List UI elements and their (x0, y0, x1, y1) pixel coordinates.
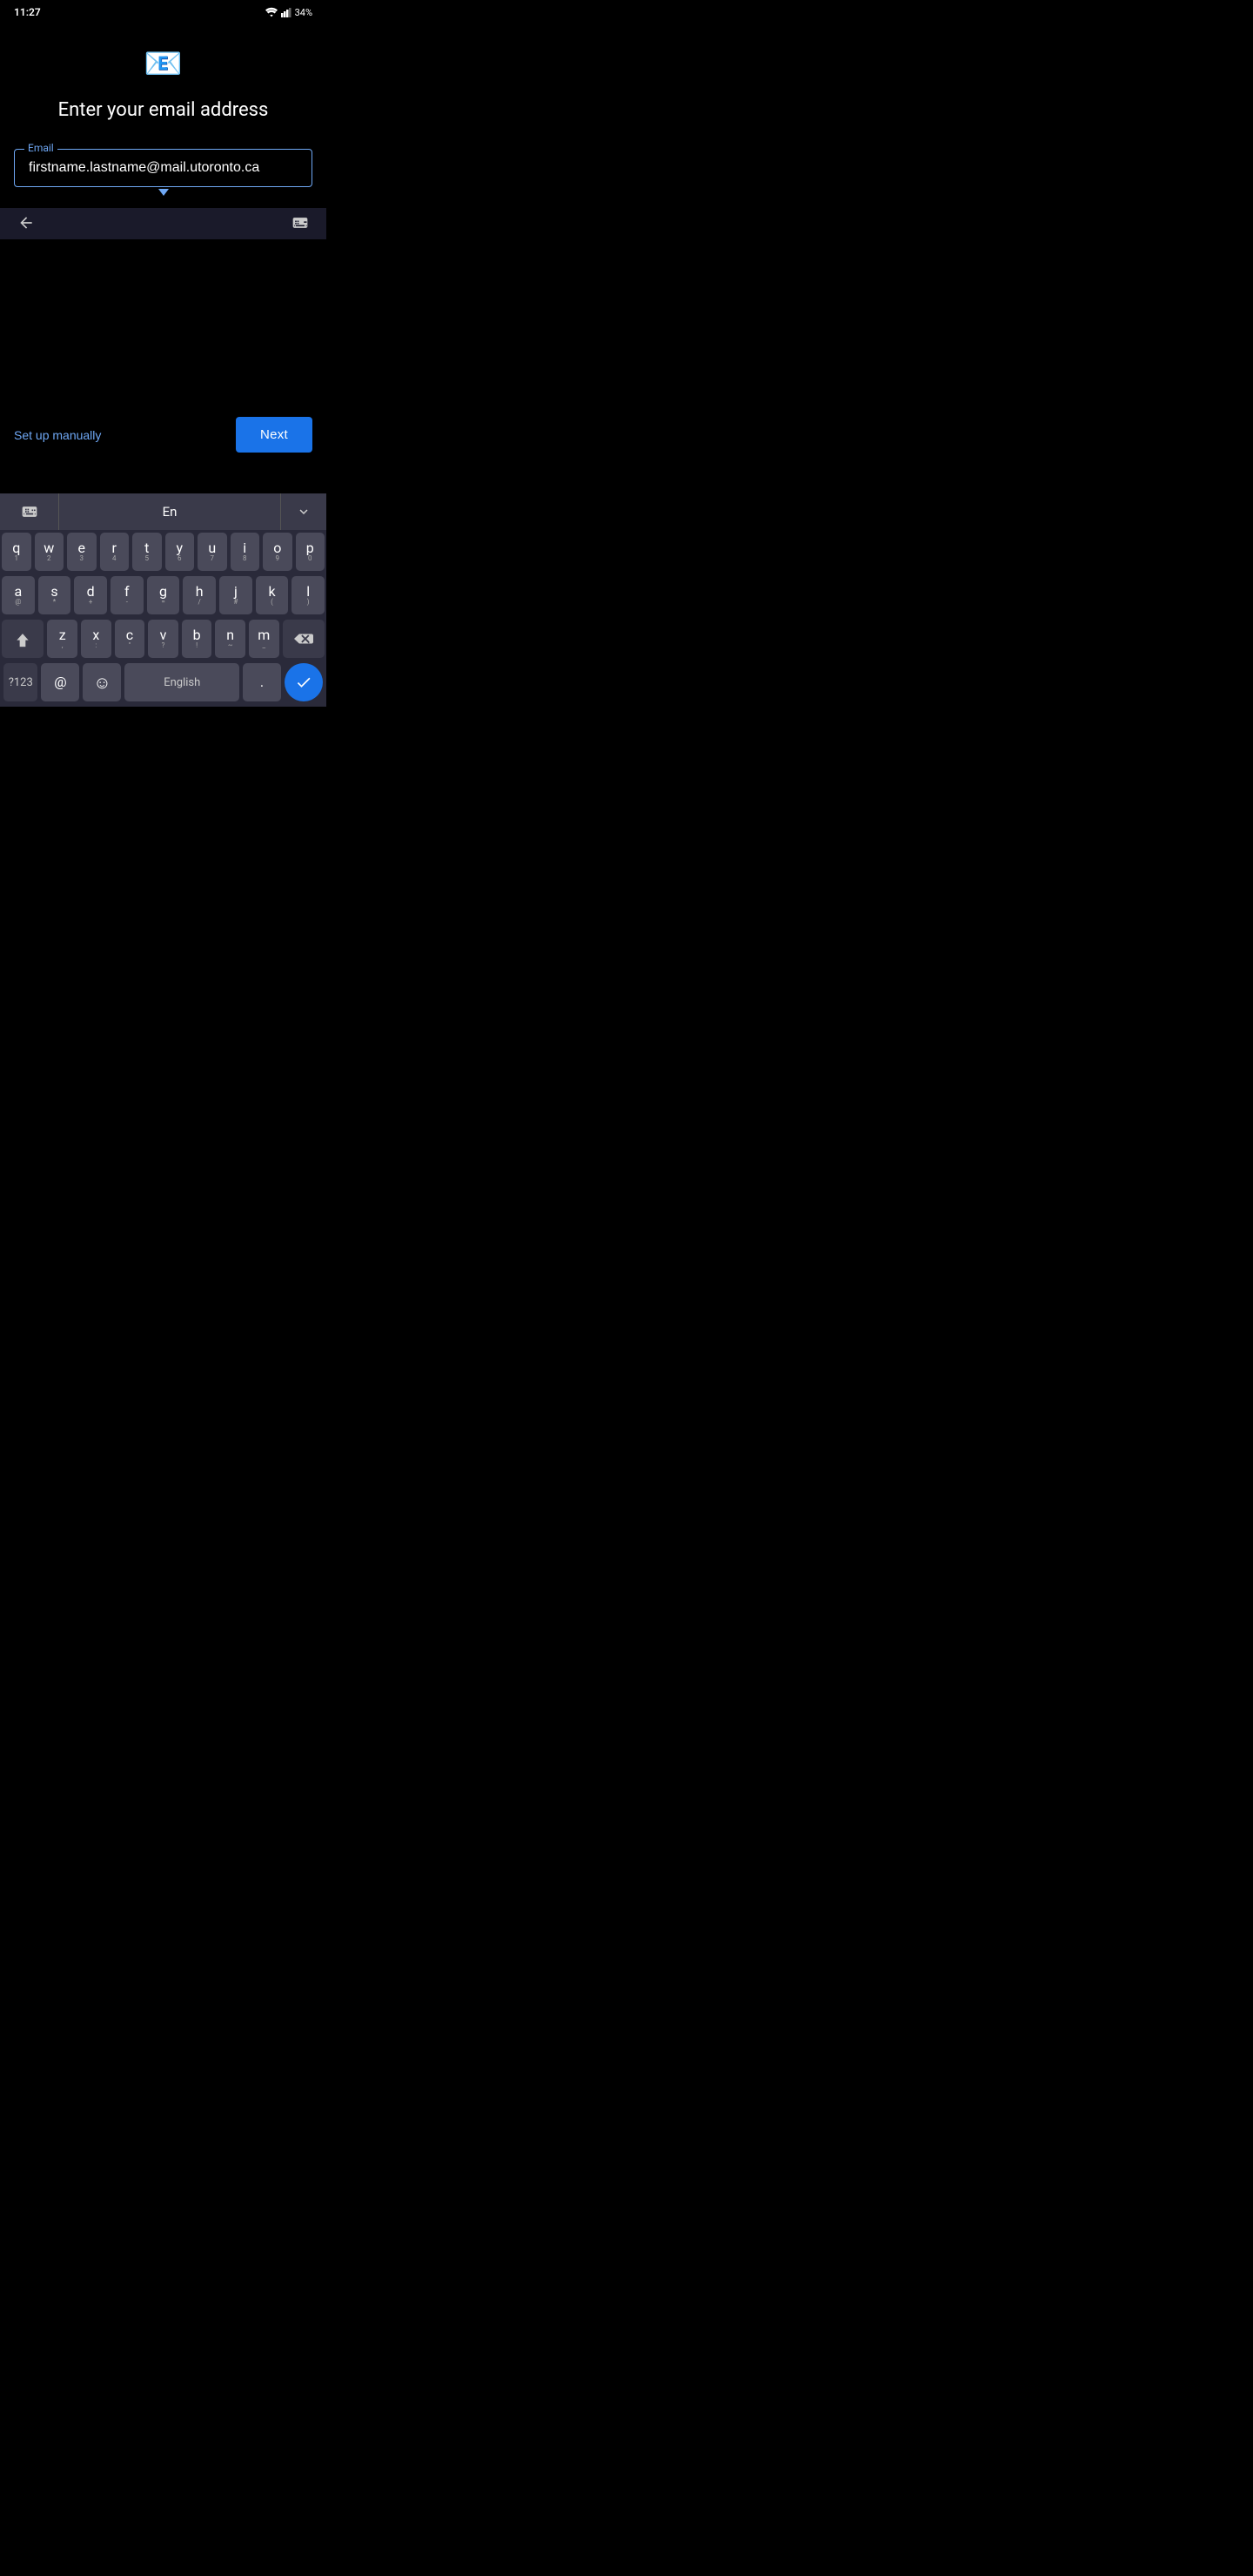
checkmark-icon (295, 674, 312, 691)
key-h[interactable]: h/ (183, 576, 216, 614)
key-d[interactable]: d+ (74, 576, 107, 614)
key-v[interactable]: v? (148, 620, 178, 658)
app-logo: 📧 (144, 45, 183, 82)
key-y[interactable]: y6 (165, 533, 195, 571)
shift-key[interactable] (2, 620, 44, 658)
key-c[interactable]: c" (115, 620, 145, 658)
email-field-container: Email (14, 149, 312, 187)
nav-back-icon (17, 214, 35, 231)
key-l[interactable]: l) (291, 576, 325, 614)
nav-back-button[interactable] (14, 211, 38, 238)
setup-manually-button[interactable]: Set up manually (14, 421, 101, 449)
key-a[interactable]: a@ (2, 576, 35, 614)
battery-text: 34% (295, 7, 312, 18)
keyboard-row-3: z, x: c" v? b! n~ m_ (0, 617, 326, 661)
wifi-icon (265, 7, 278, 17)
bottom-nav (0, 208, 326, 239)
numbers-key[interactable]: ?123 (3, 663, 37, 701)
space-key[interactable]: English (124, 663, 239, 701)
key-p[interactable]: p0 (296, 533, 325, 571)
keyboard-top-row: En (0, 493, 326, 530)
backspace-icon (294, 631, 313, 647)
keyboard-layout-icon[interactable] (0, 493, 59, 530)
at-key[interactable]: @ (41, 663, 79, 701)
action-area: Set up manually Next (0, 406, 326, 463)
key-t[interactable]: t5 (132, 533, 162, 571)
keyboard-collapse-button[interactable] (281, 493, 326, 530)
nav-keyboard-button[interactable] (288, 211, 312, 238)
keyboard-row-2: a@ s* d+ f- g= h/ j# k( l) (0, 574, 326, 617)
key-j[interactable]: j# (219, 576, 252, 614)
emoji-key[interactable]: ☺ (83, 663, 121, 701)
key-k[interactable]: k( (256, 576, 289, 614)
key-i[interactable]: i8 (231, 533, 260, 571)
main-content: 📧 Enter your email address Email (0, 24, 326, 208)
status-bar: 11:27 34% (0, 0, 326, 24)
enter-key[interactable] (285, 663, 323, 701)
key-f[interactable]: f- (111, 576, 144, 614)
keyboard-nav-icon (291, 214, 309, 231)
email-input[interactable] (29, 160, 298, 176)
email-label: Email (24, 142, 57, 154)
next-button[interactable]: Next (236, 417, 312, 453)
key-m[interactable]: m_ (249, 620, 279, 658)
email-input-wrapper (14, 149, 312, 187)
key-s[interactable]: s* (38, 576, 71, 614)
key-w[interactable]: w2 (35, 533, 64, 571)
shift-icon (14, 630, 31, 647)
cursor-indicator (158, 189, 169, 196)
keyboard-row-1: q1 w2 e3 r4 t5 y6 u7 i8 o9 p0 (0, 530, 326, 574)
key-g[interactable]: g= (147, 576, 180, 614)
keyboard: En q1 w2 e3 r4 t5 y6 u7 i8 o9 p0 a@ s* d… (0, 493, 326, 707)
keyboard-row-4: ?123 @ ☺ English . (0, 661, 326, 707)
keyboard-icon (21, 503, 38, 520)
key-z[interactable]: z, (47, 620, 77, 658)
key-x[interactable]: x: (81, 620, 111, 658)
key-r[interactable]: r4 (100, 533, 130, 571)
key-u[interactable]: u7 (198, 533, 227, 571)
key-e[interactable]: e3 (67, 533, 97, 571)
status-time: 11:27 (14, 6, 41, 18)
key-b[interactable]: b! (182, 620, 212, 658)
key-o[interactable]: o9 (263, 533, 292, 571)
period-key[interactable]: . (243, 663, 281, 701)
keyboard-language[interactable]: En (59, 493, 281, 530)
page-title: Enter your email address (58, 99, 269, 121)
chevron-down-icon (296, 504, 312, 520)
status-icons: 34% (265, 7, 312, 18)
signal-icon (281, 7, 291, 17)
key-q[interactable]: q1 (2, 533, 31, 571)
key-n[interactable]: n~ (215, 620, 245, 658)
backspace-key[interactable] (283, 620, 325, 658)
